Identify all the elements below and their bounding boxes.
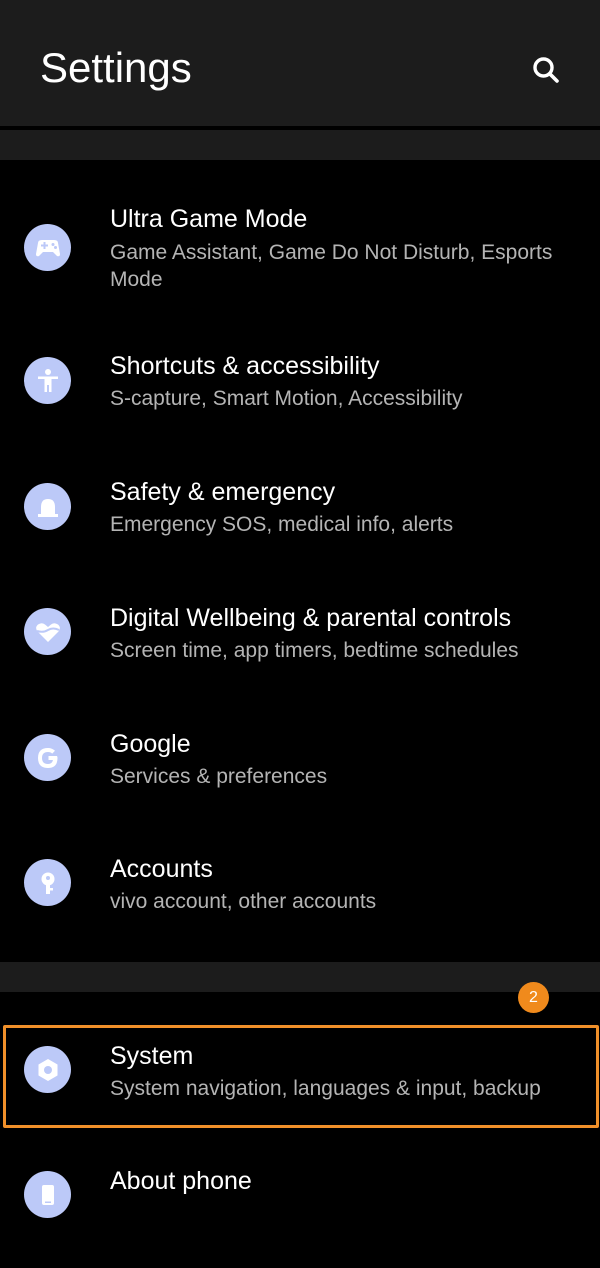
key-icon	[24, 859, 71, 906]
accessibility-icon	[24, 357, 71, 404]
step-badge: 2	[518, 982, 549, 1013]
search-button[interactable]	[522, 46, 570, 94]
settings-item-safety-emergency[interactable]: Safety & emergency Emergency SOS, medica…	[0, 466, 600, 566]
phone-icon	[24, 1171, 71, 1218]
settings-item-digital-wellbeing[interactable]: Digital Wellbeing & parental controls Sc…	[0, 592, 600, 692]
item-subtitle: Game Assistant, Game Do Not Disturb, Esp…	[110, 241, 553, 291]
heart-icon	[24, 608, 71, 655]
item-subtitle: vivo account, other accounts	[110, 890, 377, 913]
google-icon	[24, 734, 71, 781]
settings-item-shortcuts-accessibility[interactable]: Shortcuts & accessibility S-capture, Sma…	[0, 340, 600, 440]
item-title: Google	[110, 730, 191, 758]
settings-item-accounts[interactable]: Accounts vivo account, other accounts	[0, 843, 600, 943]
item-subtitle: S-capture, Smart Motion, Accessibility	[110, 387, 463, 410]
item-title: Ultra Game Mode	[110, 205, 308, 233]
gamepad-icon	[24, 224, 71, 271]
settings-item-ultra-game-mode[interactable]: Ultra Game Mode Game Assistant, Game Do …	[0, 190, 600, 310]
item-title: Accounts	[110, 855, 213, 883]
settings-item-about-phone[interactable]: About phone	[0, 1155, 600, 1255]
item-subtitle: Emergency SOS, medical info, alerts	[110, 513, 454, 536]
highlight-box	[3, 1025, 599, 1128]
settings-screen: Settings Ultra Game Mode Game Assistant,…	[0, 0, 600, 1268]
emergency-icon	[24, 483, 71, 530]
item-title: Digital Wellbeing & parental controls	[110, 604, 512, 632]
section-divider	[0, 130, 600, 160]
item-title: Safety & emergency	[110, 478, 336, 506]
item-subtitle: Screen time, app timers, bedtime schedul…	[110, 639, 519, 662]
app-header: Settings	[0, 0, 600, 126]
item-title: Shortcuts & accessibility	[110, 352, 380, 380]
page-title: Settings	[40, 44, 192, 91]
item-title: About phone	[110, 1167, 252, 1195]
item-subtitle: Services & preferences	[110, 765, 328, 788]
settings-item-google[interactable]: Google Services & preferences	[0, 718, 600, 818]
search-icon	[533, 57, 559, 83]
section-divider	[0, 962, 600, 992]
